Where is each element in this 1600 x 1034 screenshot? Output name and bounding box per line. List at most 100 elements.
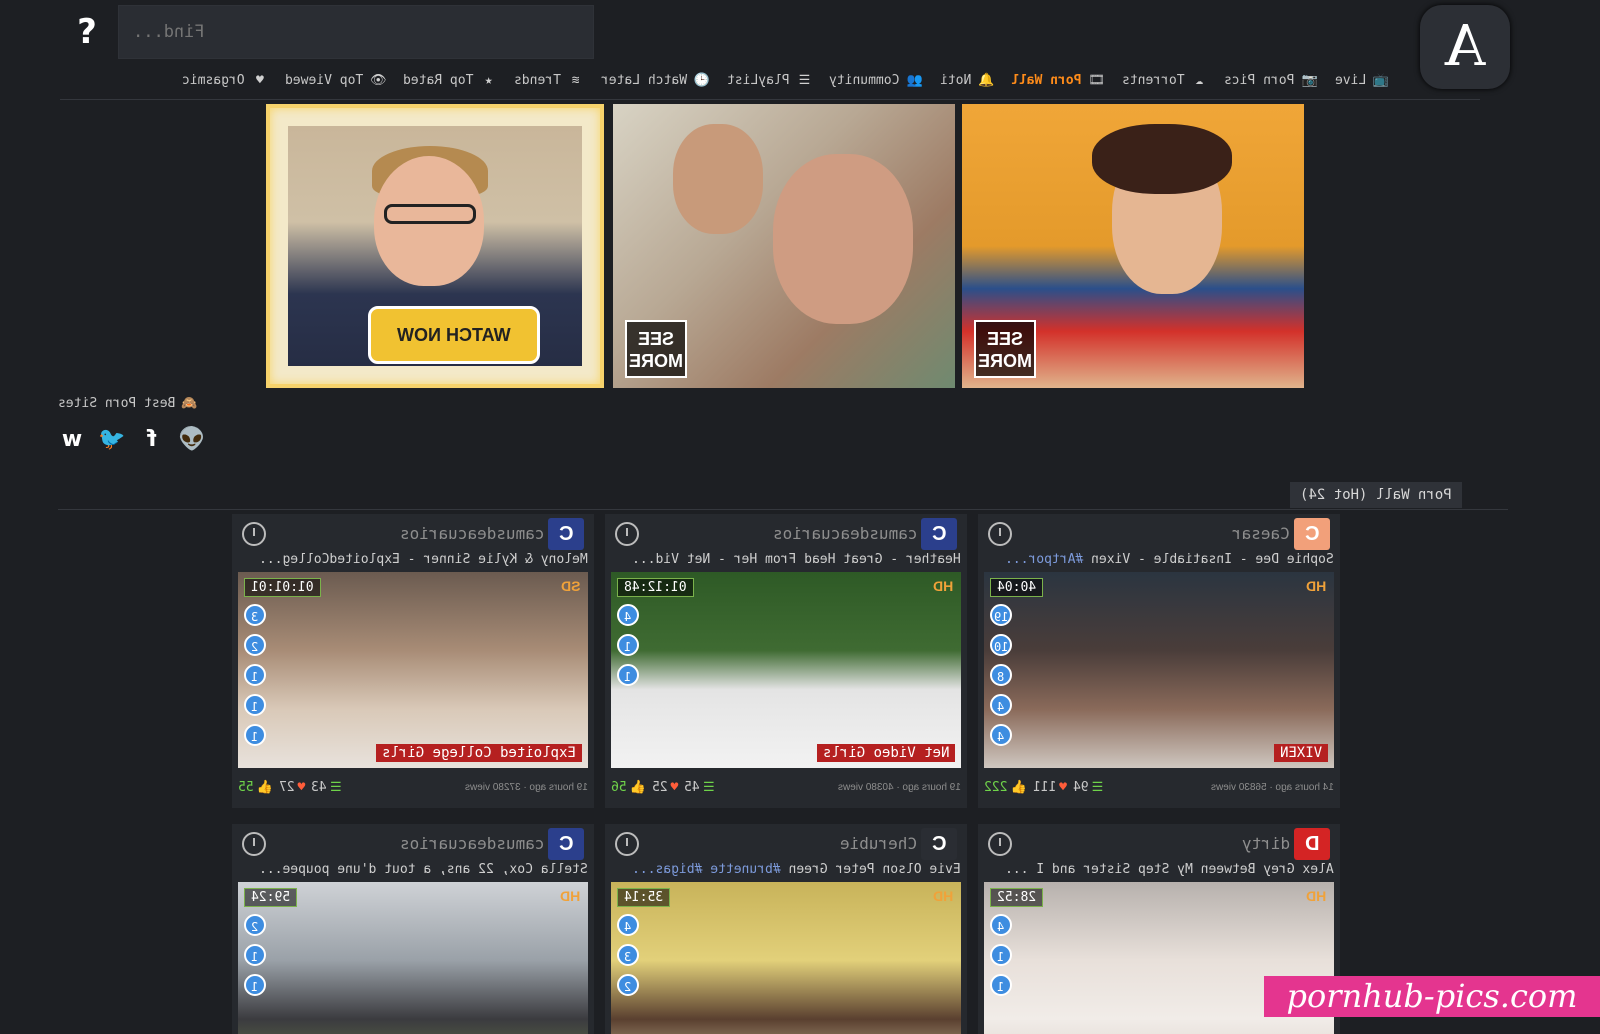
video-title-text: Evie Olson Peter Green [780, 862, 961, 877]
video-title[interactable]: Stella Cox, 22 ans, a tout d'une poupee.… [232, 862, 594, 882]
video-card[interactable]: Cherubie C Evie Olson Peter Green #brunett… [605, 824, 967, 1034]
uploader-name[interactable]: camusdeacuarios [400, 834, 545, 853]
reaction-count-badge: 3 [617, 944, 639, 966]
avatar[interactable]: C [921, 518, 957, 550]
reaction-count-badge: 10 [990, 634, 1012, 656]
uploader-name[interactable]: dirty [1242, 834, 1290, 853]
video-card[interactable]: Caesar C Sophie Dee - Insatiable - Vixen #… [978, 514, 1340, 808]
reaction-count-badge: 1 [617, 664, 639, 686]
reaction-count-badge: 1 [617, 634, 639, 656]
video-card[interactable]: camusdeacuarios C Heather - Great Head Fro… [605, 514, 967, 808]
video-title[interactable]: Sophie Dee - Insatiable - Vixen #Artpor.… [978, 552, 1340, 572]
avatar[interactable]: C [1294, 518, 1330, 550]
watch-later-icon[interactable] [988, 522, 1012, 546]
video-title[interactable]: Alex Grey Between My Step Sister and I .… [978, 862, 1340, 882]
ad-banner-see-more-1[interactable]: SEE MORE [613, 104, 955, 388]
ad-banner-watch-now[interactable]: WATCH NOW [266, 104, 604, 388]
hearts-stat[interactable]: 27 ♥ [279, 780, 305, 795]
watch-later-icon[interactable] [615, 832, 639, 856]
video-thumbnail[interactable]: 59:24 HD 2 1 1 [238, 882, 588, 1034]
studio-badge[interactable]: Exploited College Girls [376, 744, 582, 762]
nav-item-live[interactable]: 📺 Live [1335, 70, 1392, 92]
watch-later-icon[interactable] [988, 832, 1012, 856]
avatar[interactable]: C [548, 518, 584, 550]
banner-figure-hair [1092, 124, 1232, 194]
nav-item-playlist[interactable]: ☰ PlayList [727, 70, 816, 92]
avatar[interactable]: C [548, 828, 584, 860]
nav-item-top-viewed[interactable]: 👁 Top Viewed [285, 70, 389, 92]
see-more-label: SEE MORE [978, 329, 1032, 371]
video-title[interactable]: Evie Olson Peter Green #brunette #bigas.… [605, 862, 967, 882]
reaction-count-badge: 4 [990, 914, 1012, 936]
nav-item-label: Live [1334, 73, 1366, 88]
uploader-name[interactable]: Cherubie [840, 834, 917, 853]
video-thumbnail[interactable]: 01:01:01 SD Exploited College Girls 3 2 1 1 1 [238, 572, 588, 768]
video-card[interactable]: camusdeacuarios C Melony & Kylie Sinner - … [232, 514, 594, 808]
reaction-count-badge: 3 [244, 604, 266, 626]
hearts-stat[interactable]: 25 ♥ [652, 780, 678, 795]
video-hashtags[interactable]: #brunette #bigas... [632, 862, 781, 877]
banner-figure-glasses [384, 204, 476, 224]
hearts-stat[interactable]: 111 ♥ [1033, 780, 1067, 795]
nav-item-noti[interactable]: 🔔 Noti [940, 70, 997, 92]
likes-stat[interactable]: 55 👍 [238, 780, 273, 795]
likes-stat[interactable]: 222 👍 [984, 780, 1027, 795]
uploader-name[interactable]: Caesar [1232, 524, 1290, 543]
card-header: dirty D [978, 824, 1340, 862]
nav-item-trends[interactable]: ≋ Trends [514, 70, 587, 92]
reddit-icon[interactable]: 👽 [178, 426, 206, 454]
avatar[interactable]: D [1294, 828, 1330, 860]
avatar[interactable]: C [921, 828, 957, 860]
uploader-name[interactable]: camusdeacuarios [400, 524, 545, 543]
best-sites-link[interactable]: 🙈 Best Porn Sites [58, 396, 198, 411]
nav-item-label: PlayList [726, 73, 790, 88]
video-thumbnail[interactable]: 40:04 HD VIXEN 19 10 8 4 4 [984, 572, 1334, 768]
video-card[interactable]: camusdeacuarios C Stella Cox, 22 ans, a to… [232, 824, 594, 1034]
nav-item-porn-pics[interactable]: 📷 Porn Pics [1224, 70, 1320, 92]
search-box[interactable] [118, 5, 594, 59]
see-more-button[interactable]: SEE MORE [974, 320, 1036, 378]
quality-badge: HD [932, 888, 953, 904]
facebook-icon[interactable]: f [138, 426, 166, 454]
watch-later-icon[interactable] [242, 832, 266, 856]
playlist-stat[interactable]: 94 ☰ [1073, 780, 1103, 795]
video-thumbnail[interactable]: 35:14 HD 4 3 2 [611, 882, 961, 1034]
card-footer: 55 👍 27 ♥ 43 ☰ 19 hours ago · 37280 views [232, 768, 594, 808]
watermark: pornhub-pics.com [1264, 976, 1600, 1017]
nav-item-community[interactable]: 👥 Community [829, 70, 925, 92]
video-title[interactable]: Heather - Great Head From Her - Net Vid.… [605, 552, 967, 572]
studio-badge[interactable]: Net Video Girls [816, 744, 955, 762]
uploader-name[interactable]: camusdeacuarios [773, 524, 918, 543]
ad-banner-see-more-2[interactable]: SEE MORE [962, 104, 1304, 388]
help-icon[interactable]: ? [70, 12, 104, 52]
playlist-icon: ☰ [702, 780, 715, 795]
nav-item-orgasmic[interactable]: ♥ Orgasmic [182, 70, 271, 92]
nav-item-watch-later[interactable]: 🕒 Watch Later [601, 70, 713, 92]
avatar-letter: D [1304, 833, 1320, 855]
clock-icon: 🕒 [693, 73, 710, 88]
studio-badge[interactable]: VIXEN [1273, 744, 1328, 762]
duration-badge: 40:04 [990, 578, 1044, 597]
reaction-count-badge: 19 [990, 604, 1012, 626]
playlist-stat[interactable]: 43 ☰ [311, 780, 341, 795]
reaction-count-badge: 1 [244, 724, 266, 746]
playlist-stat[interactable]: 45 ☰ [684, 780, 714, 795]
twitter-icon[interactable]: 🐦 [98, 426, 126, 454]
watch-later-icon[interactable] [242, 522, 266, 546]
nav-item-top-rated[interactable]: ★ Top Rated [403, 70, 499, 92]
video-title-text: Melony & Kylie Sinner - ExploitedColleg.… [259, 552, 588, 567]
video-hashtags[interactable]: #Artpor... [1005, 552, 1083, 567]
likes-stat[interactable]: 56 👍 [611, 780, 646, 795]
reaction-count-badge: 1 [990, 974, 1012, 996]
nav-item-torrents[interactable]: ☁ Torrents [1122, 70, 1211, 92]
vk-icon[interactable]: w [58, 426, 86, 454]
video-thumbnail[interactable]: 01:12:48 HD Net Video Girls 4 1 1 [611, 572, 961, 768]
nav-item-porn-wall[interactable]: 🎞 Porn Wall [1011, 70, 1107, 92]
search-input[interactable] [119, 6, 593, 58]
watch-now-button[interactable]: WATCH NOW [368, 306, 540, 364]
see-more-button[interactable]: SEE MORE [625, 320, 687, 378]
ad-banners: WATCH NOW SEE MORE SEE MORE [266, 104, 1306, 388]
watch-later-icon[interactable] [615, 522, 639, 546]
video-title[interactable]: Melony & Kylie Sinner - ExploitedColleg.… [232, 552, 594, 572]
reaction-count-badge: 2 [244, 914, 266, 936]
